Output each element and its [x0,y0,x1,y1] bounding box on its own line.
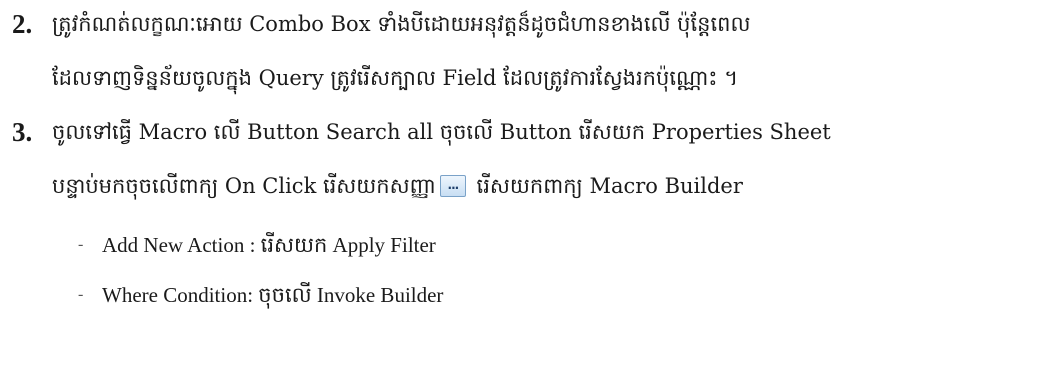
step-text-segment: បន្ទាប់មកចុចលើពាក្យ On Click រើសយកសញ្ញា [52,174,436,198]
sub-item: - Where Condition: ចុចលើ Invoke Builder [78,278,444,312]
step-text-segment: រើសយកពាក្យ Macro Builder [469,174,743,198]
sub-item: - Add New Action : រើសយក Apply Filter [78,228,436,262]
step-number: 2. [12,9,33,39]
step-2: 2. ត្រូវកំណត់លក្ខណៈអោយ Combo Box ទាំងបីដ… [12,2,1052,102]
step-number: 3. [12,117,33,147]
step-text-line: ចូលទៅធ្វើ Macro លើ Button Search all ចុច… [52,120,831,144]
document-page: 2. ត្រូវកំណត់លក្ខណៈអោយ Combo Box ទាំងបីដ… [0,0,1062,385]
step-text-line: បន្ទាប់មកចុចលើពាក្យ On Click រើសយកសញ្ញា.… [52,164,743,208]
sub-item-text: Add New Action : រើសយក Apply Filter [102,233,436,257]
ellipsis-builder-icon: ... [439,174,466,197]
ellipsis-glyph: ... [447,177,460,192]
step-text-line: ត្រូវកំណត់លក្ខណៈអោយ Combo Box ទាំងបីដោយអ… [52,12,751,36]
step-text-line: ដែលទាញទិន្នន័យចូលក្នុង Query ត្រូវរើសក្ប… [52,66,739,90]
step-3: 3. ចូលទៅធ្វើ Macro លើ Button Search all … [12,110,1052,380]
bullet-dash: - [78,286,84,303]
sub-item-text: Where Condition: ចុចលើ Invoke Builder [102,283,444,307]
bullet-dash: - [78,236,84,253]
